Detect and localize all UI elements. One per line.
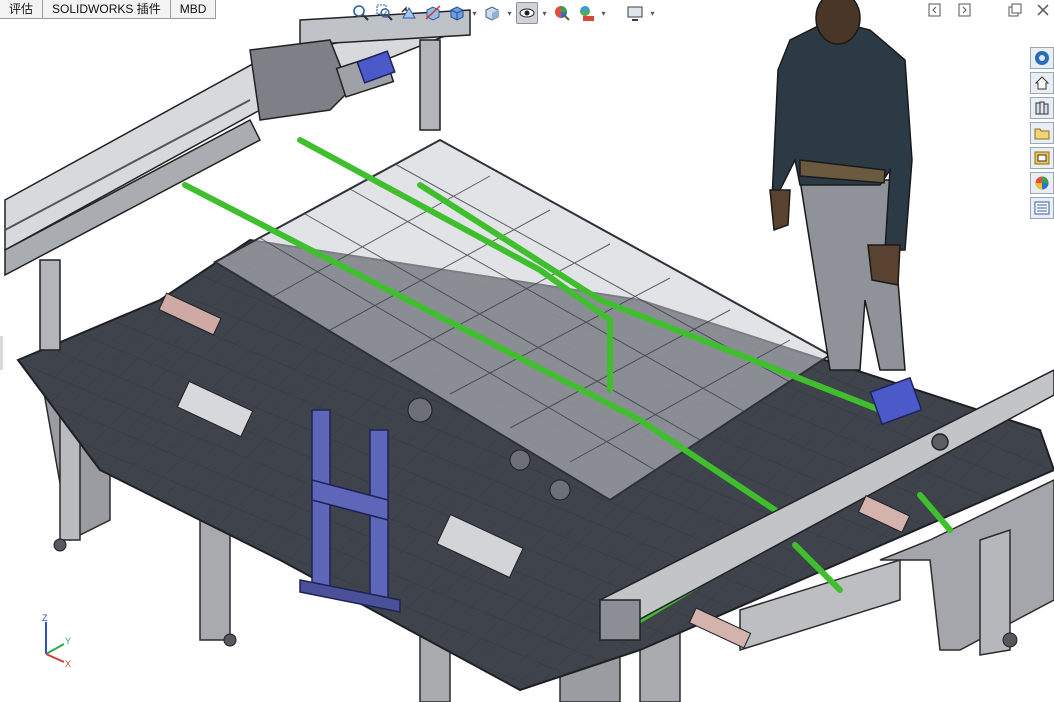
file-explorer-icon[interactable] [1030, 122, 1054, 144]
view-palette-icon[interactable] [1030, 147, 1054, 169]
panel-splitter[interactable] [0, 336, 3, 370]
task-pane [1030, 47, 1054, 219]
heads-up-view-toolbar: ▾ ▾ ▾ ▾ ▾ [350, 0, 657, 26]
reference-triad: Z Y X [42, 613, 71, 668]
view-orientation-icon[interactable] [446, 2, 468, 24]
design-library-icon[interactable] [1030, 97, 1054, 119]
triad-z-label: Z [42, 613, 48, 623]
zoom-to-fit-icon[interactable] [350, 2, 372, 24]
view-settings-icon[interactable] [624, 2, 646, 24]
section-view-icon[interactable] [422, 2, 444, 24]
zoom-to-area-icon[interactable] [374, 2, 396, 24]
hide-show-items-icon[interactable] [516, 2, 538, 24]
command-manager-tabs: 评估 SOLIDWORKS 插件 MBD [0, 0, 217, 19]
triad-x-label: X [65, 659, 71, 668]
window-controls [928, 2, 1050, 24]
tab-evaluate[interactable]: 评估 [0, 0, 44, 19]
custom-properties-icon[interactable] [1030, 197, 1054, 219]
chevron-down-icon[interactable]: ▾ [648, 2, 657, 24]
display-style-icon[interactable] [481, 2, 503, 24]
chevron-down-icon[interactable]: ▾ [505, 2, 514, 24]
tile-icon[interactable] [1008, 2, 1022, 24]
close-icon[interactable] [1036, 2, 1050, 24]
apply-scene-icon[interactable] [575, 2, 597, 24]
chevron-down-icon[interactable]: ▾ [599, 2, 608, 24]
edit-appearance-icon[interactable] [551, 2, 573, 24]
solidworks-resources-icon[interactable] [1030, 47, 1054, 69]
restore-left-icon[interactable] [928, 2, 942, 24]
previous-view-icon[interactable] [398, 2, 420, 24]
human-figure [769, 0, 913, 371]
tab-solidworks-addins[interactable]: SOLIDWORKS 插件 [42, 0, 171, 19]
restore-right-icon[interactable] [958, 2, 972, 24]
appearances-icon[interactable] [1030, 172, 1054, 194]
home-icon[interactable] [1030, 72, 1054, 94]
graphics-area[interactable] [0, 0, 1054, 702]
tab-mbd[interactable]: MBD [169, 0, 217, 19]
triad-y-label: Y [65, 636, 71, 646]
chevron-down-icon[interactable]: ▾ [540, 2, 549, 24]
chevron-down-icon[interactable]: ▾ [470, 2, 479, 24]
